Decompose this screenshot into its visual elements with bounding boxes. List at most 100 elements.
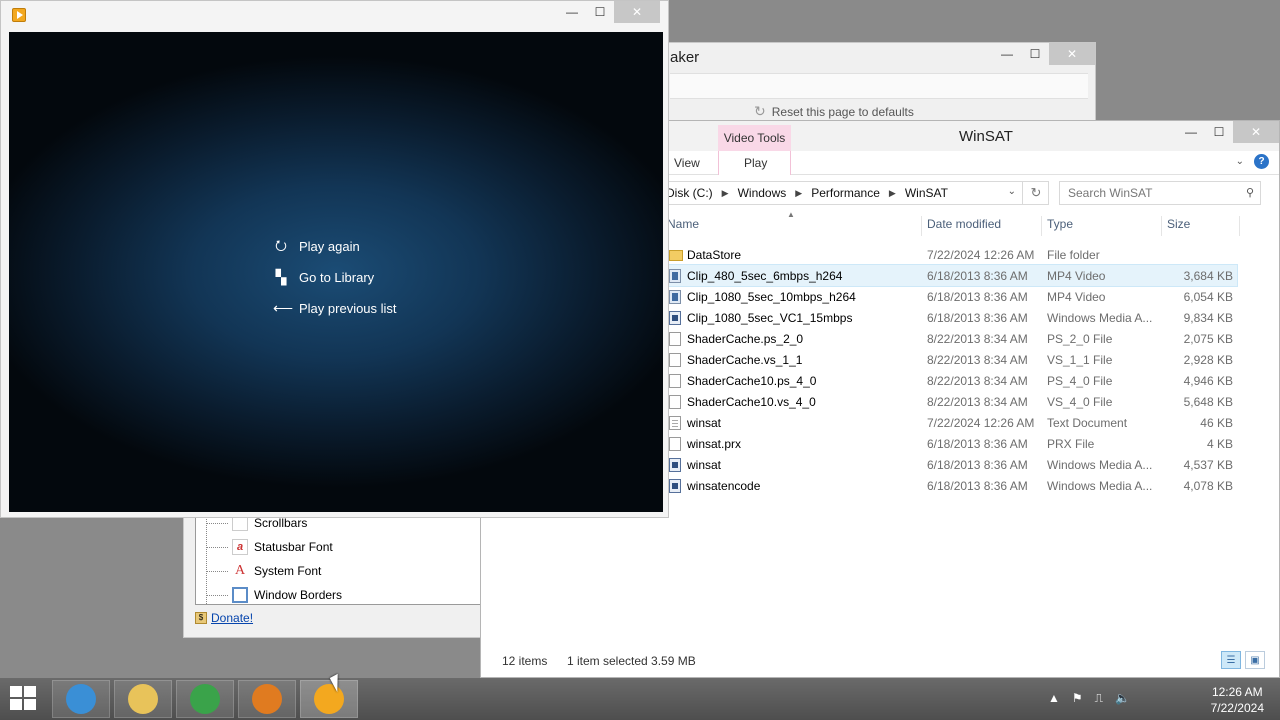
file-size: 4 KB — [1206, 437, 1233, 451]
action-center-flag-icon[interactable]: ⚑ — [1072, 691, 1083, 706]
close-button[interactable]: ✕ — [614, 1, 660, 23]
maximize-button[interactable]: ☐ — [1021, 43, 1049, 65]
player-menu-item[interactable]: ⟵ Play previous list — [273, 293, 397, 324]
clock[interactable]: 12:26 AM 7/22/2024 — [1211, 684, 1264, 716]
column-header-size[interactable]: Size — [1167, 217, 1190, 231]
minimize-button[interactable]: — — [993, 43, 1021, 65]
column-header-type[interactable]: Type — [1047, 217, 1073, 231]
tweaker-toolbar — [670, 73, 1088, 99]
tree-item-label: System Font — [254, 564, 322, 578]
column-divider[interactable] — [1161, 216, 1162, 236]
file-size: 6,054 KB — [1183, 290, 1233, 304]
volume-icon[interactable]: 🔈 — [1115, 691, 1130, 706]
file-row[interactable]: winsat 6/18/2013 8:36 AM Windows Media A..… — [665, 454, 1237, 475]
file-row[interactable]: ShaderCache10.vs_4_0 8/22/2013 8:34 AM VS_… — [665, 391, 1237, 412]
file-icon — [669, 437, 681, 451]
tree-item-window-borders[interactable]: Window Borders — [205, 585, 342, 605]
details-view-icon[interactable]: ☰ — [1221, 651, 1241, 669]
search-placeholder: Search WinSAT — [1068, 186, 1153, 200]
file-size: 46 KB — [1200, 416, 1233, 430]
reset-defaults-link[interactable]: ↻ Reset this page to defaults — [754, 103, 914, 120]
file-type: Windows Media A... — [1047, 479, 1153, 493]
expand-ribbon-chevron-icon[interactable]: ⌄ — [1236, 156, 1244, 167]
file-size: 5,648 KB — [1183, 395, 1233, 409]
address-bar[interactable]: Disk (C:) ▶ Windows ▶ Performance ▶ WinS… — [665, 181, 1049, 205]
file-date: 6/18/2013 8:36 AM — [927, 311, 1028, 325]
address-dropdown-icon[interactable]: ⌄ — [1008, 186, 1016, 197]
file-date: 6/18/2013 8:36 AM — [927, 290, 1028, 304]
player-menu-item[interactable]: ▚ Go to Library — [273, 262, 397, 293]
file-size: 4,537 KB — [1183, 458, 1233, 472]
taskbar-button[interactable] — [52, 680, 110, 718]
file-size: 3,684 KB — [1183, 269, 1233, 283]
file-row[interactable]: winsat 7/22/2024 12:26 AM Text Document 46 … — [665, 412, 1237, 433]
chevron-right-icon[interactable]: ▶ — [889, 188, 896, 199]
refresh-button[interactable]: ↻ — [1022, 181, 1049, 205]
settings-tree[interactable]: Scrollbars a Statusbar Font A System Fon… — [195, 513, 481, 605]
chevron-right-icon[interactable]: ▶ — [795, 188, 802, 199]
file-row[interactable]: ShaderCache.ps_2_0 8/22/2013 8:34 AM PS_2_… — [665, 328, 1237, 349]
clock-time: 12:26 AM — [1211, 685, 1263, 699]
file-list: DataStore 7/22/2024 12:26 AM File folder Cl… — [664, 244, 1238, 496]
chevron-right-icon[interactable]: ▶ — [722, 188, 729, 199]
video-area[interactable]: ⭮ Play again ▚ Go to Library ⟵ Play previous … — [9, 32, 663, 512]
file-icon — [669, 353, 681, 367]
video-tools-context-tab[interactable]: Video Tools — [718, 125, 791, 151]
text-file-icon — [669, 416, 681, 430]
file-row[interactable]: ShaderCache.vs_1_1 8/22/2013 8:34 AM VS_1_… — [665, 349, 1237, 370]
file-row[interactable]: DataStore 7/22/2024 12:26 AM File folder — [665, 244, 1237, 265]
file-row[interactable]: ShaderCache10.ps_4_0 8/22/2013 8:34 AM PS_… — [665, 370, 1237, 391]
breadcrumb-item[interactable]: WinSAT — [905, 186, 948, 200]
file-row[interactable]: Clip_480_5sec_6mbps_h264 6/18/2013 8:36 A… — [664, 264, 1238, 287]
file-type: Windows Media A... — [1047, 458, 1153, 472]
maximize-button[interactable]: ☐ — [586, 1, 614, 23]
breadcrumb-item[interactable]: Performance — [811, 186, 880, 200]
file-row[interactable]: winsat.prx 6/18/2013 8:36 AM PRX File 4 KB — [665, 433, 1237, 454]
show-hidden-icons-icon[interactable]: ▲ — [1048, 691, 1060, 706]
taskbar-button[interactable] — [300, 680, 358, 718]
close-button[interactable]: ✕ — [1049, 43, 1095, 65]
start-button[interactable] — [10, 686, 38, 712]
taskbar-button[interactable] — [176, 680, 234, 718]
maximize-button[interactable]: ☐ — [1205, 121, 1233, 143]
tab-view[interactable]: View — [674, 156, 700, 170]
file-date: 6/18/2013 8:36 AM — [927, 269, 1028, 283]
file-icon — [669, 332, 681, 346]
ribbon-controls: ⌄ ? — [1236, 154, 1269, 169]
minimize-button[interactable]: — — [558, 1, 586, 23]
help-icon[interactable]: ? — [1254, 154, 1269, 169]
column-header-date[interactable]: Date modified — [927, 217, 1001, 231]
file-size: 2,075 KB — [1183, 332, 1233, 346]
tab-play[interactable]: Play — [744, 156, 767, 170]
media-player-app-icon[interactable] — [12, 8, 26, 22]
file-row[interactable]: Clip_1080_5sec_VC1_15mbps 6/18/2013 8:36 … — [665, 307, 1237, 328]
file-type: File folder — [1047, 248, 1100, 262]
column-header-name[interactable]: Name — [667, 217, 699, 231]
file-type: PS_4_0 File — [1047, 374, 1113, 388]
file-row[interactable]: winsatencode 6/18/2013 8:36 AM Windows Med… — [665, 475, 1237, 496]
donate-icon: $ — [195, 612, 207, 624]
windows-logo-icon — [10, 686, 22, 697]
taskbar-button[interactable] — [114, 680, 172, 718]
network-icon[interactable]: ⎍ — [1095, 691, 1103, 706]
player-menu-item[interactable]: ⭮ Play again — [273, 231, 397, 262]
status-selection: 1 item selected 3.59 MB — [567, 654, 696, 668]
breadcrumb-item[interactable]: Windows — [738, 186, 787, 200]
windows-logo-pane — [24, 699, 36, 710]
taskbar-button[interactable] — [238, 680, 296, 718]
search-input[interactable]: Search WinSAT ⚲ — [1059, 181, 1261, 205]
donate-link[interactable]: Donate! — [211, 611, 253, 625]
large-icons-view-icon[interactable]: ▣ — [1245, 651, 1265, 669]
column-divider[interactable] — [1239, 216, 1240, 236]
column-divider[interactable] — [921, 216, 922, 236]
breadcrumb-item[interactable]: Disk (C:) — [666, 186, 713, 200]
close-button[interactable]: ✕ — [1233, 121, 1279, 143]
tree-item-statusbar-font[interactable]: a Statusbar Font — [206, 537, 333, 557]
tree-item-system-font[interactable]: A System Font — [205, 561, 322, 581]
minimize-button[interactable]: — — [1177, 121, 1205, 143]
explorer-caption-buttons: — ☐ ✕ — [1177, 121, 1279, 143]
column-divider[interactable] — [1041, 216, 1042, 236]
file-name: ShaderCache10.ps_4_0 — [687, 374, 817, 388]
file-name: Clip_480_5sec_6mbps_h264 — [687, 269, 843, 283]
file-row[interactable]: Clip_1080_5sec_10mbps_h264 6/18/2013 8:36… — [665, 286, 1237, 307]
